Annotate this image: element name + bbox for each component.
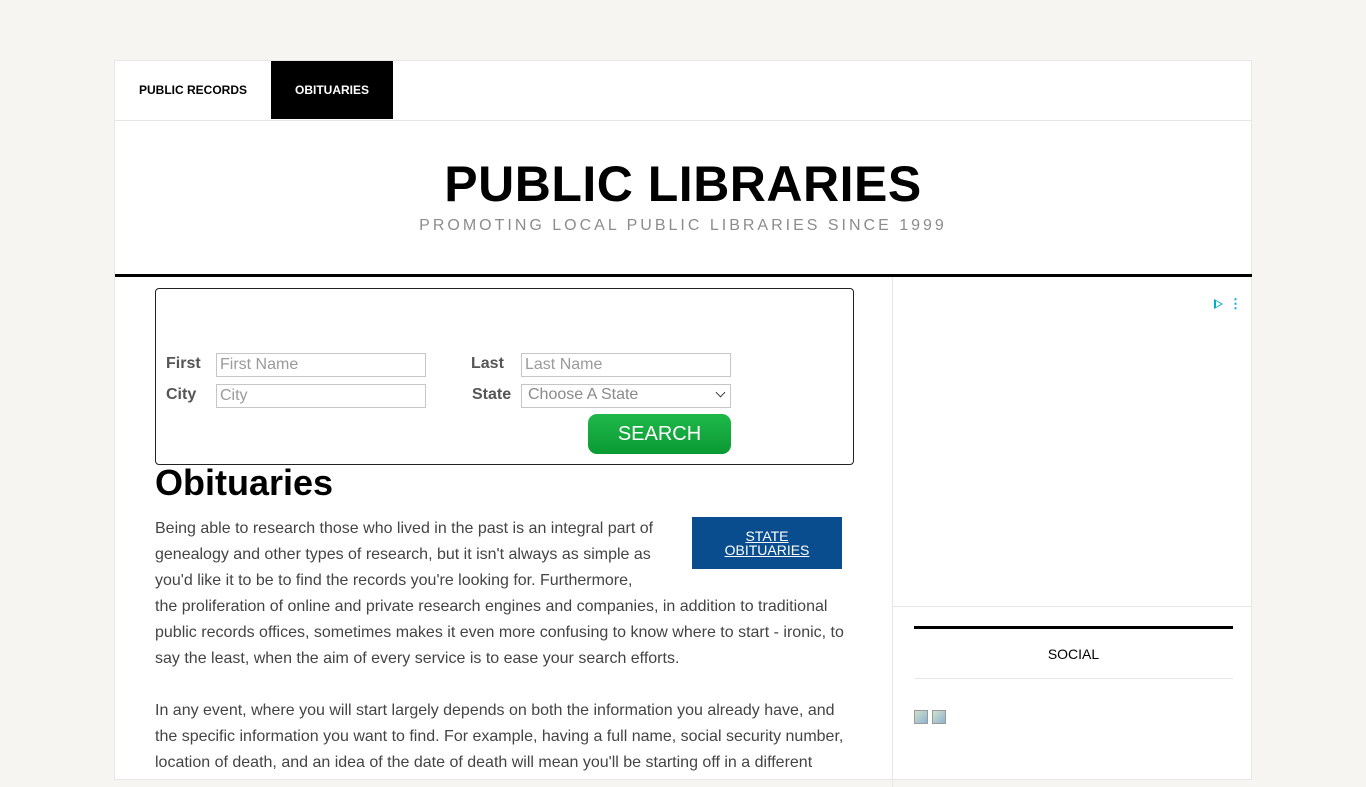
city-input[interactable] [216,384,426,408]
sidebar: ⋮ SOCIAL [892,277,1252,787]
ad-slot: ⋮ [893,277,1252,607]
social-separator [914,678,1233,679]
city-label: City [166,386,197,403]
site-tagline: PROMOTING LOCAL PUBLIC LIBRARIES SINCE 1… [419,217,947,234]
state-obituaries-button[interactable]: STATE OBITUARIES [692,517,842,569]
state-select[interactable]: Choose A State [521,384,731,408]
nav-obituaries[interactable]: OBITUARIES [271,61,393,119]
top-nav: PUBLIC RECORDS OBITUARIES [115,61,1251,121]
last-name-input[interactable] [521,353,731,377]
social-divider [914,626,1233,629]
social-heading: SOCIAL [1047,646,1100,662]
last-name-label: Last [471,355,504,372]
state-select-value: Choose A State [528,386,639,403]
second-paragraph: In any event, where you will start large… [155,702,844,771]
nav-public-records[interactable]: PUBLIC RECORDS [115,61,271,119]
state-label: State [472,386,512,403]
page-title: Obituaries [155,462,334,503]
page-container: PUBLIC RECORDS OBITUARIES PUBLIC LIBRARI… [114,60,1252,787]
more-options-icon[interactable]: ⋮ [1229,297,1242,310]
adchoices-play-icon[interactable] [1214,299,1223,309]
ad-choices[interactable]: ⋮ [1214,297,1242,310]
chevron-down-icon [715,387,726,398]
site-title[interactable]: PUBLIC LIBRARIES [115,157,1251,211]
obituary-search-form: First Last City State Choose A State SEA… [155,288,854,465]
social-image-icon[interactable] [914,710,928,724]
search-button[interactable]: SEARCH [588,414,731,454]
social-image-icon[interactable] [932,710,946,724]
social-links [914,710,946,724]
first-name-label: First [166,355,201,372]
first-name-input[interactable] [216,353,426,377]
